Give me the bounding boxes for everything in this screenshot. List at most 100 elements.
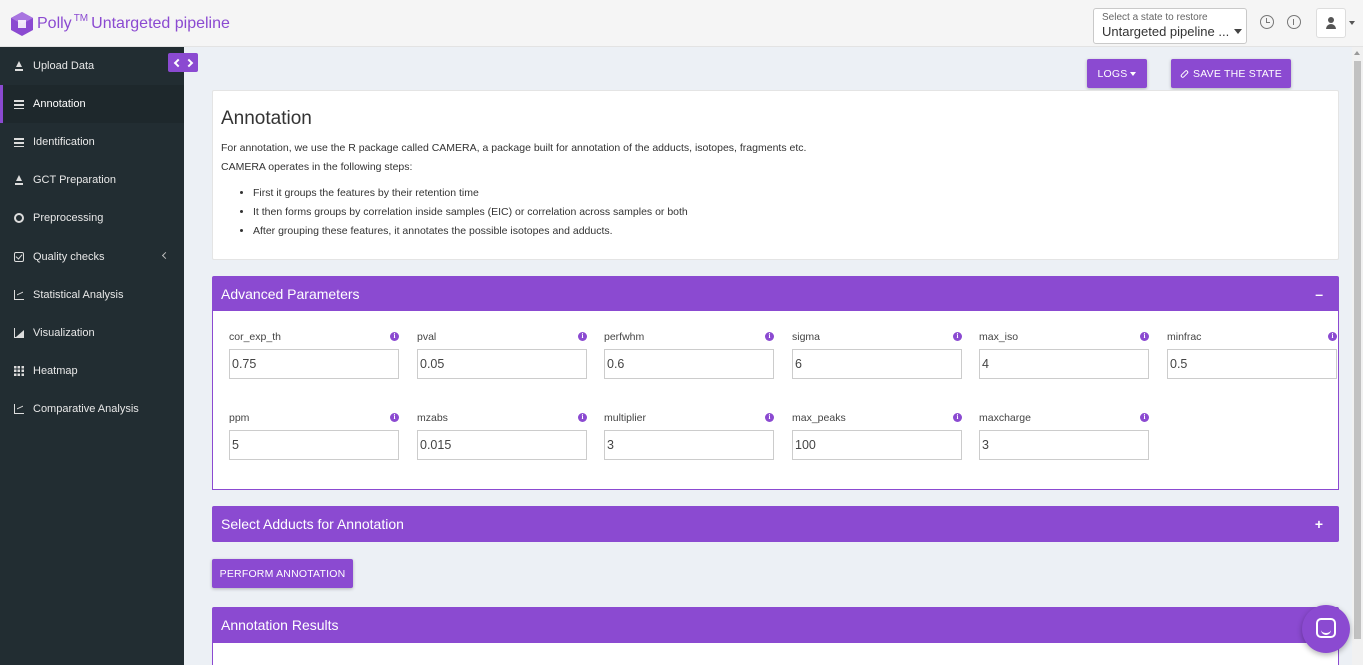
chat-icon bbox=[1316, 618, 1336, 638]
param-max-peaks: max_peaks i bbox=[792, 411, 962, 460]
param-mzabs: mzabs i bbox=[417, 411, 587, 460]
info-icon[interactable]: i bbox=[953, 413, 962, 422]
advanced-parameters-title: Advanced Parameters bbox=[221, 286, 360, 302]
chart-icon bbox=[14, 404, 24, 414]
top-header: Polly TM Untargeted pipeline Select a stat… bbox=[0, 0, 1363, 47]
brand[interactable]: Polly TM Untargeted pipeline bbox=[10, 10, 230, 38]
advanced-parameters-header[interactable]: Advanced Parameters – bbox=[212, 276, 1339, 312]
logs-button[interactable]: LOGS bbox=[1087, 59, 1147, 88]
mzabs-input[interactable] bbox=[417, 430, 587, 460]
max-iso-input[interactable] bbox=[979, 349, 1149, 379]
param-label: max_peaks bbox=[792, 412, 846, 424]
chevron-left-icon bbox=[161, 251, 170, 260]
maxcharge-input[interactable] bbox=[979, 430, 1149, 460]
param-perfwhm: perfwhm i bbox=[604, 330, 774, 379]
param-max-iso: max_iso i bbox=[979, 330, 1149, 379]
sidebar-item-label: Preprocessing bbox=[33, 212, 104, 224]
max-peaks-input[interactable] bbox=[792, 430, 962, 460]
user-menu-button[interactable] bbox=[1316, 8, 1346, 38]
perform-annotation-label: PERFORM ANNOTATION bbox=[219, 567, 346, 580]
checkbox-icon bbox=[14, 252, 24, 262]
param-label: max_iso bbox=[979, 331, 1019, 343]
info-icon[interactable]: i bbox=[1140, 332, 1149, 341]
sidebar-item-quality-checks[interactable]: Quality checks bbox=[0, 238, 184, 276]
upload-icon bbox=[14, 61, 24, 71]
annotation-results-header[interactable]: Annotation Results bbox=[212, 607, 1339, 643]
restore-state-select[interactable]: Select a state to restore Untargeted pip… bbox=[1093, 8, 1247, 44]
restore-state-value: Untargeted pipeline ... bbox=[1102, 24, 1230, 39]
pval-input[interactable] bbox=[417, 349, 587, 379]
param-label: cor_exp_th bbox=[229, 331, 281, 343]
param-maxcharge: maxcharge i bbox=[979, 411, 1149, 460]
sidebar-item-label: Visualization bbox=[33, 327, 95, 339]
info-icon[interactable]: i bbox=[390, 413, 399, 422]
polly-logo-icon bbox=[10, 11, 34, 37]
perfwhm-input[interactable] bbox=[604, 349, 774, 379]
sidebar-item-annotation[interactable]: Annotation bbox=[0, 85, 184, 123]
sidebar-toggle-button[interactable] bbox=[168, 53, 198, 72]
sidebar-item-visualization[interactable]: Visualization bbox=[0, 314, 184, 352]
expand-icon[interactable]: + bbox=[1315, 516, 1323, 532]
sidebar-item-gct-preparation[interactable]: GCT Preparation bbox=[0, 161, 184, 199]
annotation-intro: For annotation, we use the R package cal… bbox=[221, 142, 807, 154]
annotation-steps-list: First it groups the features by their re… bbox=[221, 184, 1330, 241]
chevron-down-icon bbox=[1234, 29, 1242, 34]
perform-annotation-button[interactable]: PERFORM ANNOTATION bbox=[212, 559, 353, 588]
collapse-icon[interactable]: – bbox=[1315, 286, 1323, 302]
annotation-results-body bbox=[212, 643, 1339, 665]
param-minfrac: minfrac i bbox=[1167, 330, 1337, 379]
advanced-parameters-body: cor_exp_th i pval i perfwhm i sigma i ma… bbox=[212, 311, 1339, 490]
chevron-right-icon bbox=[184, 58, 193, 67]
sidebar: Upload Data Annotation Identification GC… bbox=[0, 47, 184, 665]
chevron-left-icon bbox=[173, 58, 182, 67]
chat-launcher-button[interactable] bbox=[1302, 605, 1350, 653]
bars-icon bbox=[14, 137, 24, 147]
chart-icon bbox=[14, 290, 24, 300]
sidebar-item-preprocessing[interactable]: Preprocessing bbox=[0, 199, 184, 237]
multiplier-input[interactable] bbox=[604, 430, 774, 460]
area-chart-icon bbox=[14, 328, 24, 338]
save-state-button[interactable]: SAVE THE STATE bbox=[1171, 59, 1291, 88]
sidebar-item-upload-data[interactable]: Upload Data bbox=[0, 47, 184, 85]
user-menu-caret-icon[interactable] bbox=[1349, 21, 1355, 25]
param-label: mzabs bbox=[417, 412, 448, 424]
info-icon[interactable]: i bbox=[578, 332, 587, 341]
sidebar-item-comparative-analysis[interactable]: Comparative Analysis bbox=[0, 390, 184, 428]
param-label: pval bbox=[417, 331, 437, 343]
param-label: minfrac bbox=[1167, 331, 1202, 343]
param-multiplier: multiplier i bbox=[604, 411, 774, 460]
info-icon[interactable]: i bbox=[765, 332, 774, 341]
page-scrollbar[interactable] bbox=[1352, 47, 1363, 665]
sidebar-item-label: Identification bbox=[33, 136, 95, 148]
scrollbar-thumb[interactable] bbox=[1354, 61, 1361, 639]
info-icon[interactable] bbox=[1287, 15, 1301, 29]
sidebar-item-identification[interactable]: Identification bbox=[0, 123, 184, 161]
restore-state-label: Select a state to restore bbox=[1102, 12, 1208, 23]
info-icon[interactable]: i bbox=[765, 413, 774, 422]
caret-down-icon bbox=[1130, 71, 1137, 76]
sigma-input[interactable] bbox=[792, 349, 962, 379]
user-icon bbox=[1328, 17, 1334, 23]
sidebar-item-statistical-analysis[interactable]: Statistical Analysis bbox=[0, 276, 184, 314]
ppm-input[interactable] bbox=[229, 430, 399, 460]
cor-exp-th-input[interactable] bbox=[229, 349, 399, 379]
scroll-up-icon[interactable] bbox=[1354, 51, 1360, 55]
circle-icon bbox=[14, 213, 24, 223]
param-label: perfwhm bbox=[604, 331, 645, 343]
list-item: After grouping these features, it annota… bbox=[253, 222, 1330, 241]
sidebar-item-heatmap[interactable]: Heatmap bbox=[0, 352, 184, 390]
annotation-info-box: Annotation For annotation, we use the R … bbox=[212, 90, 1339, 260]
info-icon[interactable]: i bbox=[1328, 332, 1337, 341]
sidebar-item-label: Annotation bbox=[33, 98, 86, 110]
info-icon[interactable]: i bbox=[953, 332, 962, 341]
info-icon[interactable]: i bbox=[1140, 413, 1149, 422]
logs-label: LOGS bbox=[1097, 67, 1128, 80]
page-title: Annotation bbox=[221, 108, 312, 129]
info-icon[interactable]: i bbox=[578, 413, 587, 422]
minfrac-input[interactable] bbox=[1167, 349, 1337, 379]
history-icon[interactable] bbox=[1260, 15, 1274, 29]
param-ppm: ppm i bbox=[229, 411, 399, 460]
select-adducts-header[interactable]: Select Adducts for Annotation + bbox=[212, 506, 1339, 542]
info-icon[interactable]: i bbox=[390, 332, 399, 341]
bars-icon bbox=[14, 99, 24, 109]
